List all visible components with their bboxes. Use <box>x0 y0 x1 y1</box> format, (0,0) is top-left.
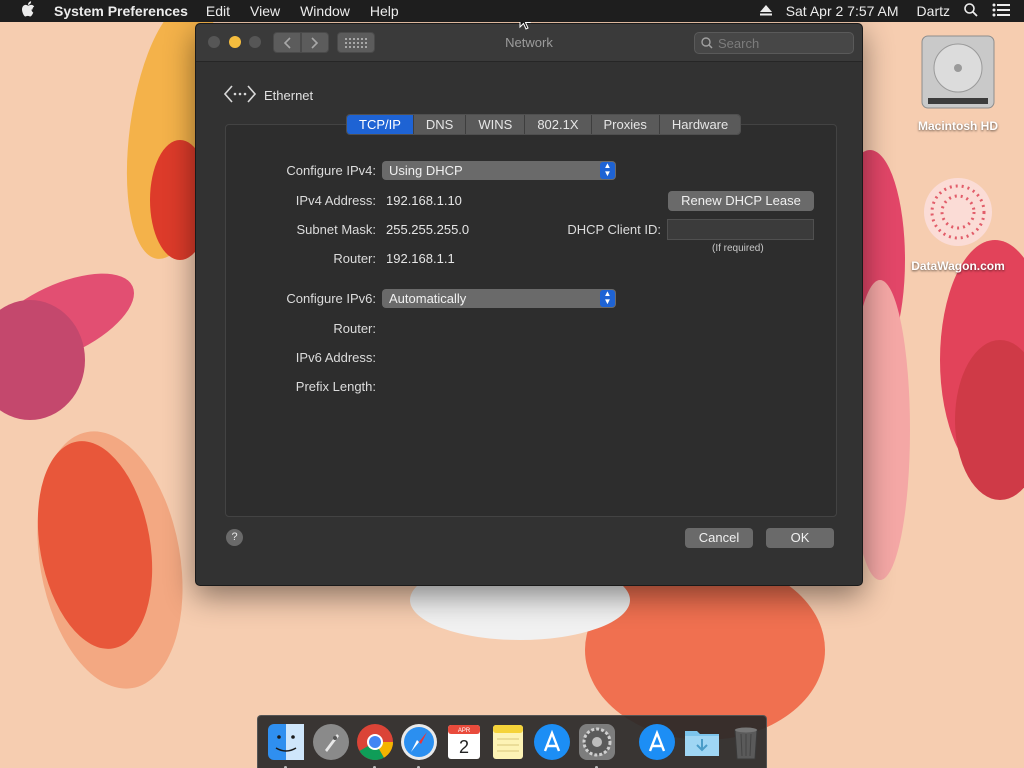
router-label: Router: <box>333 251 376 266</box>
search-icon <box>701 37 713 49</box>
finder-icon[interactable] <box>266 722 306 768</box>
configure-ipv6-label: Configure IPv6: <box>286 291 376 306</box>
trash-icon[interactable] <box>726 722 766 762</box>
launchpad-icon[interactable] <box>311 722 351 762</box>
interface-header: Ethernet <box>223 84 314 107</box>
tab-wins[interactable]: WINS <box>466 115 526 134</box>
ipv6-address-label: IPv6 Address: <box>295 350 376 365</box>
menu-edit[interactable]: Edit <box>206 3 230 19</box>
desktop-item-label: Macintosh HD <box>917 119 998 133</box>
calendar-day: 2 <box>459 737 469 757</box>
interface-name: Ethernet <box>264 88 314 103</box>
dhcp-client-id-label: DHCP Client ID: <box>567 222 661 237</box>
ok-button[interactable]: OK <box>766 528 834 548</box>
ethernet-icon <box>223 84 257 107</box>
eject-icon[interactable] <box>759 3 772 19</box>
hard-drive-icon <box>920 35 996 115</box>
notes-icon[interactable] <box>488 722 528 762</box>
configure-ipv4-value: Using DHCP <box>389 163 463 178</box>
menubar-user[interactable]: Dartz <box>917 3 950 19</box>
cancel-button[interactable]: Cancel <box>685 528 753 548</box>
popup-arrows-icon: ▲ ▼ <box>600 162 615 179</box>
system-preferences-icon[interactable] <box>577 722 617 768</box>
desktop-item-macintosh-hd[interactable]: Macintosh HD <box>908 32 1008 133</box>
calendar-icon[interactable]: APR 2 <box>444 722 484 762</box>
tab-proxies[interactable]: Proxies <box>591 115 660 134</box>
ipv4-address-label: IPv4 Address: <box>295 193 376 208</box>
menu-help[interactable]: Help <box>370 3 399 19</box>
configure-ipv4-label: Configure IPv4: <box>286 163 376 178</box>
ipv4-address-value: 192.168.1.10 <box>386 193 462 208</box>
app-store-folder-icon[interactable] <box>637 722 677 762</box>
tab-8021x[interactable]: 802.1X <box>525 115 592 134</box>
desktop-item-datawagon[interactable]: DataWagon.com <box>908 172 1008 273</box>
safari-icon[interactable] <box>399 722 439 768</box>
dhcp-client-id-hint: (If required) <box>712 243 764 254</box>
menu-app-name[interactable]: System Preferences <box>54 3 188 19</box>
datawagon-icon <box>920 178 996 255</box>
ipv6-router-label: Router: <box>333 321 376 336</box>
configure-ipv6-value: Automatically <box>389 291 467 306</box>
menu-view[interactable]: View <box>250 3 280 19</box>
help-button[interactable]: ? <box>226 529 243 546</box>
prefix-length-label: Prefix Length: <box>295 379 376 394</box>
app-store-icon[interactable] <box>532 722 572 762</box>
menubar-clock[interactable]: Sat Apr 2 7:57 AM <box>786 3 899 19</box>
popup-arrows-icon: ▲ ▼ <box>600 290 615 307</box>
window-content: Ethernet Configure IPv4: Using DHCP ▲ ▼ I… <box>204 62 854 577</box>
network-window: Network Ethernet Configure IPv4: Using D… <box>195 23 863 586</box>
spotlight-search-icon[interactable] <box>964 2 978 20</box>
calendar-month: APR <box>458 728 471 734</box>
subnet-mask-value: 255.255.255.0 <box>386 222 470 237</box>
tab-tcpip[interactable]: TCP/IP <box>347 115 414 134</box>
subnet-mask-label: Subnet Mask: <box>296 222 377 237</box>
tab-hardware[interactable]: Hardware <box>659 115 741 134</box>
menu-window[interactable]: Window <box>300 3 350 19</box>
configure-ipv4-popup[interactable]: Using DHCP ▲ ▼ <box>382 161 616 180</box>
router-value: 192.168.1.1 <box>386 251 455 266</box>
renew-dhcp-lease-button[interactable]: Renew DHCP Lease <box>668 191 814 211</box>
downloads-folder-icon[interactable] <box>682 722 722 762</box>
configure-ipv6-popup[interactable]: Automatically ▲ ▼ <box>382 289 616 308</box>
tcpip-panel: Configure IPv4: Using DHCP ▲ ▼ IPv4 Addre… <box>225 124 837 517</box>
apple-menu-icon[interactable] <box>18 1 38 21</box>
desktop-item-label: DataWagon.com <box>911 259 1005 273</box>
dhcp-client-id-field[interactable] <box>667 219 814 240</box>
menu-bar: System Preferences Edit View Window Help… <box>0 0 1024 22</box>
search-input[interactable] <box>718 35 838 51</box>
chrome-icon[interactable] <box>355 722 395 768</box>
search-field[interactable] <box>694 32 854 54</box>
tab-bar: TCP/IP DNS WINS 802.1X Proxies Hardware <box>346 114 742 135</box>
tab-dns[interactable]: DNS <box>413 115 467 134</box>
dock: APR 2 <box>257 715 767 768</box>
notification-center-icon[interactable] <box>992 3 1010 20</box>
